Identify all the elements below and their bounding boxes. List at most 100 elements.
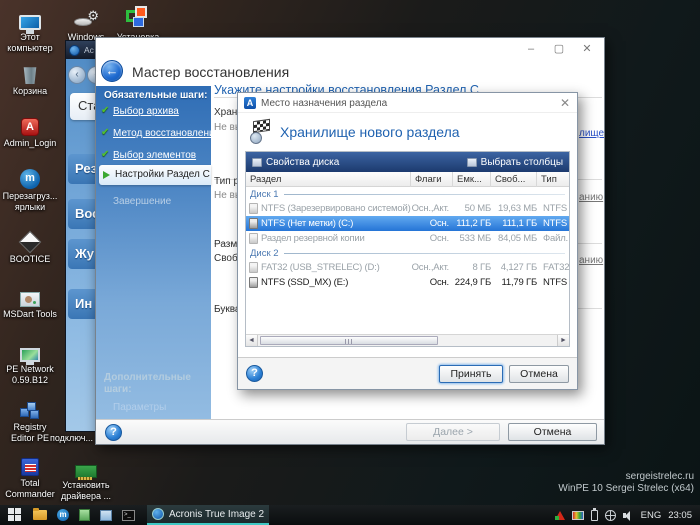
taskbar-task-acronis[interactable]: Acronis True Image 2...: [147, 505, 269, 525]
choose-columns-icon: [466, 157, 477, 167]
desktop-icon-install-drivers[interactable]: Установить драйвера ...: [58, 452, 114, 501]
check-icon: ✔: [101, 149, 110, 160]
group-rule: [283, 193, 565, 195]
current-step-arrow-icon: [103, 171, 110, 179]
disk-properties-button[interactable]: Свойства диска: [252, 157, 339, 168]
partition-icon: [249, 203, 258, 214]
dialog-footer: ? Принять Отмена: [238, 357, 577, 389]
icon-label: PE Network 0.59.B12: [6, 364, 54, 385]
speaker-icon[interactable]: [622, 510, 634, 521]
partition-table: Свойства диска Выбрать столбцы Раздел Фл…: [245, 151, 570, 347]
disk-group-header: Диск 1: [246, 187, 569, 201]
clock[interactable]: 23:05: [668, 510, 692, 521]
desktop-icon-this-computer[interactable]: Этот компьютер: [2, 4, 58, 53]
network-monitor-icon: [2, 336, 58, 365]
link-new-storage-fragment[interactable]: лище: [579, 128, 605, 139]
table-header: Раздел Флаги Емк... Своб... Тип: [246, 171, 569, 187]
computer-icon: [2, 4, 58, 34]
window-app-icon[interactable]: [100, 509, 112, 521]
registry-cubes-icon: [2, 394, 58, 420]
desktop-icon-msdart[interactable]: MSDart Tools: [2, 281, 58, 320]
step-recovery-method[interactable]: ✔ Метод восстановления: [96, 127, 220, 143]
disk-properties-icon: [252, 157, 262, 167]
table-row-partition-d[interactable]: FAT32 (USB_STRELEC) (D:) Осн.,Акт. 8 ГБ …: [246, 260, 569, 275]
disk-gear-icon: ⚙: [58, 4, 114, 30]
floppy-icon: [2, 450, 58, 476]
column-type[interactable]: Тип: [537, 172, 569, 187]
taskbar-m-icon[interactable]: m: [57, 509, 69, 521]
dialog-close-icon[interactable]: ✕: [560, 96, 570, 110]
scroll-left-icon[interactable]: ◄: [246, 335, 258, 346]
table-row-partition-e[interactable]: NTFS (SSD_MX) (E:) Осн. 224,9 ГБ 11,79 Г…: [246, 275, 569, 290]
choose-columns-button[interactable]: Выбрать столбцы: [466, 157, 563, 168]
notes-icon[interactable]: [79, 509, 90, 521]
optional-steps-header: Дополнительные шаги:: [104, 372, 191, 395]
desktop-icon-recycle-bin[interactable]: Корзина: [2, 58, 58, 97]
link-default-fragment[interactable]: анию: [579, 192, 605, 203]
command-prompt-icon[interactable]: >_: [122, 509, 135, 521]
display-color-icon[interactable]: [571, 510, 584, 520]
check-icon: ✔: [101, 127, 110, 138]
close-button[interactable]: ✕: [576, 43, 598, 57]
partition-icon: [249, 277, 258, 288]
accept-button[interactable]: Принять: [439, 365, 503, 383]
start-button[interactable]: [8, 508, 23, 522]
column-partition[interactable]: Раздел: [246, 171, 411, 187]
language-indicator[interactable]: ENG: [641, 510, 662, 521]
step-partition-c-settings-current[interactable]: Настройки Раздел C: [99, 165, 211, 185]
icon-label: Корзина: [12, 86, 48, 96]
recycle-bin-icon: [2, 58, 58, 84]
column-capacity[interactable]: Емк...: [453, 171, 491, 187]
acronis-task-icon: [152, 508, 164, 520]
horizontal-scrollbar[interactable]: ◄ ►: [246, 334, 569, 346]
check-icon: ✔: [101, 105, 110, 116]
wizard-back-button[interactable]: ←: [101, 60, 123, 82]
maximize-button[interactable]: ▢: [548, 43, 570, 57]
help-icon[interactable]: ?: [105, 424, 122, 441]
icon-label: MSDart Tools: [3, 309, 57, 319]
dialog-title: Место назначения раздела: [261, 98, 388, 109]
group-rule: [283, 252, 565, 254]
desktop-icon-bootice[interactable]: BOOTICE: [2, 226, 58, 265]
link-default-fragment[interactable]: анию: [579, 255, 605, 266]
column-flags[interactable]: Флаги: [411, 171, 453, 187]
minimize-button[interactable]: –: [520, 43, 542, 57]
partition-icon: [249, 218, 258, 229]
icon-label: Этот компьютер: [7, 32, 53, 53]
network-globe-icon[interactable]: [604, 509, 616, 521]
wizard-footer: ? Далее > Отмена: [96, 419, 604, 444]
column-free[interactable]: Своб...: [491, 171, 537, 187]
usb-icon[interactable]: [590, 507, 598, 521]
scrollbar-thumb[interactable]: [260, 336, 438, 345]
desktop-icon-label-connect[interactable]: подключ...: [50, 433, 96, 444]
desktop-icon-total-commander[interactable]: Total Commander: [2, 450, 58, 499]
admin-login-icon: A: [2, 110, 58, 136]
partition-icon: [249, 262, 258, 273]
nav-back-icon[interactable]: ‹: [68, 66, 86, 84]
step-archive-selection[interactable]: ✔ Выбор архива: [96, 105, 211, 121]
dialog-titlebar: A Место назначения раздела ✕: [238, 93, 577, 113]
acronis-app-icon: [69, 44, 80, 56]
table-row-backup-partition[interactable]: Раздел резервной копии Осн. 533 МБ 84,05…: [246, 231, 569, 246]
step-item-selection[interactable]: ✔ Выбор элементов: [96, 149, 211, 165]
table-row-partition-f[interactable]: NTFS (Зарезервировано системой) (F:) Осн…: [246, 201, 569, 216]
desktop-icon-restart-shortcuts[interactable]: m Перезагруз... ярлыки: [2, 163, 58, 212]
msdart-icon: [2, 281, 58, 307]
icon-label: BOOTICE: [9, 254, 51, 264]
system-tray: ENG 23:05: [554, 507, 700, 521]
table-row-partition-c-selected[interactable]: NTFS (Нет метки) (C:) Осн. 111,2 ГБ 111,…: [246, 216, 569, 231]
file-explorer-icon[interactable]: [33, 508, 47, 520]
tray-app-icon[interactable]: [554, 510, 565, 520]
help-icon[interactable]: ?: [246, 365, 263, 382]
desktop: Этот компьютер Корзина A Admin_Login m П…: [0, 0, 700, 525]
watermark-build: WinPE 10 Sergei Strelec (x64): [558, 483, 694, 494]
watermark-site: sergeistrelec.ru: [625, 471, 694, 482]
wizard-cancel-button[interactable]: Отмена: [508, 423, 597, 441]
dialog-heading: Хранилище нового раздела: [280, 124, 460, 140]
setup-squares-icon: [110, 4, 166, 30]
scroll-right-icon[interactable]: ►: [557, 335, 569, 346]
desktop-icon-admin-login[interactable]: A Admin_Login: [2, 110, 58, 149]
desktop-icon-pe-network[interactable]: PE Network 0.59.B12: [2, 336, 58, 385]
next-button[interactable]: Далее >: [406, 423, 500, 441]
dialog-cancel-button[interactable]: Отмена: [509, 365, 569, 383]
